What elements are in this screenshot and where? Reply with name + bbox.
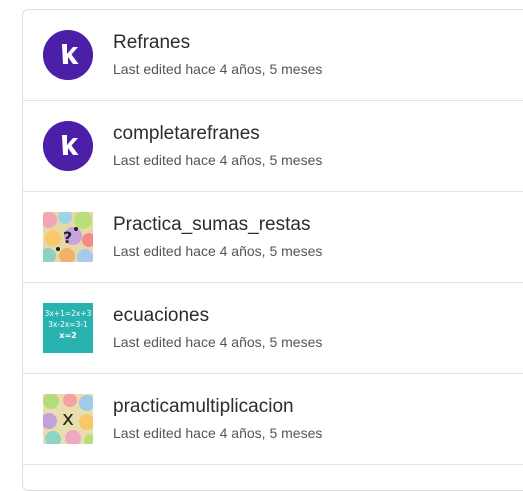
- item-last-edited: Last edited hace 4 años, 5 meses: [113, 334, 323, 350]
- kahoot-k-icon: [43, 121, 93, 171]
- item-title[interactable]: Practica_sumas_restas: [113, 214, 310, 236]
- colorful-dots-thumbnail: ?: [43, 212, 93, 262]
- equations-thumbnail: 3x+1=2x+3 3x-2x=3-1 x=2: [43, 303, 93, 353]
- item-last-edited: Last edited hace 4 años, 5 meses: [113, 61, 323, 77]
- item-last-edited: Last edited hace 4 años, 5 meses: [113, 152, 323, 168]
- item-title[interactable]: ecuaciones: [113, 305, 209, 327]
- svg-text:?: ?: [63, 228, 72, 247]
- kahoot-k-icon: [43, 30, 93, 80]
- colorful-dots-thumbnail: x: [43, 394, 93, 444]
- item-title[interactable]: practicamultiplicacion: [113, 396, 294, 418]
- kahoot-logo-thumbnail: [43, 30, 93, 80]
- item-last-edited: Last edited hace 4 años, 5 meses: [113, 425, 323, 441]
- list-item[interactable]: x practicamultiplicacion Last edited hac…: [23, 374, 523, 465]
- list-item[interactable]: completarefranes Last edited hace 4 años…: [23, 101, 523, 192]
- colorful-dots-math-image: ?: [43, 212, 93, 262]
- multiplication-sign: x: [62, 406, 74, 430]
- kahoot-list-panel: Refranes Last edited hace 4 años, 5 mese…: [22, 9, 523, 491]
- list-item[interactable]: 3x+1=2x+3 3x-2x=3-1 x=2 ecuaciones Last …: [23, 283, 523, 374]
- equation-line: 3x-2x=3-1: [48, 320, 88, 329]
- list-item[interactable]: ? Practica_sumas_restas Last edited hace…: [23, 192, 523, 283]
- list-item[interactable]: Refranes Last edited hace 4 años, 5 mese…: [23, 10, 523, 101]
- equation-line: 3x+1=2x+3: [44, 309, 92, 318]
- item-last-edited: Last edited hace 4 años, 5 meses: [113, 243, 323, 259]
- item-title[interactable]: Refranes: [113, 32, 190, 54]
- equation-line: x=2: [59, 331, 77, 340]
- item-title[interactable]: completarefranes: [113, 123, 260, 145]
- kahoot-logo-thumbnail: [43, 121, 93, 171]
